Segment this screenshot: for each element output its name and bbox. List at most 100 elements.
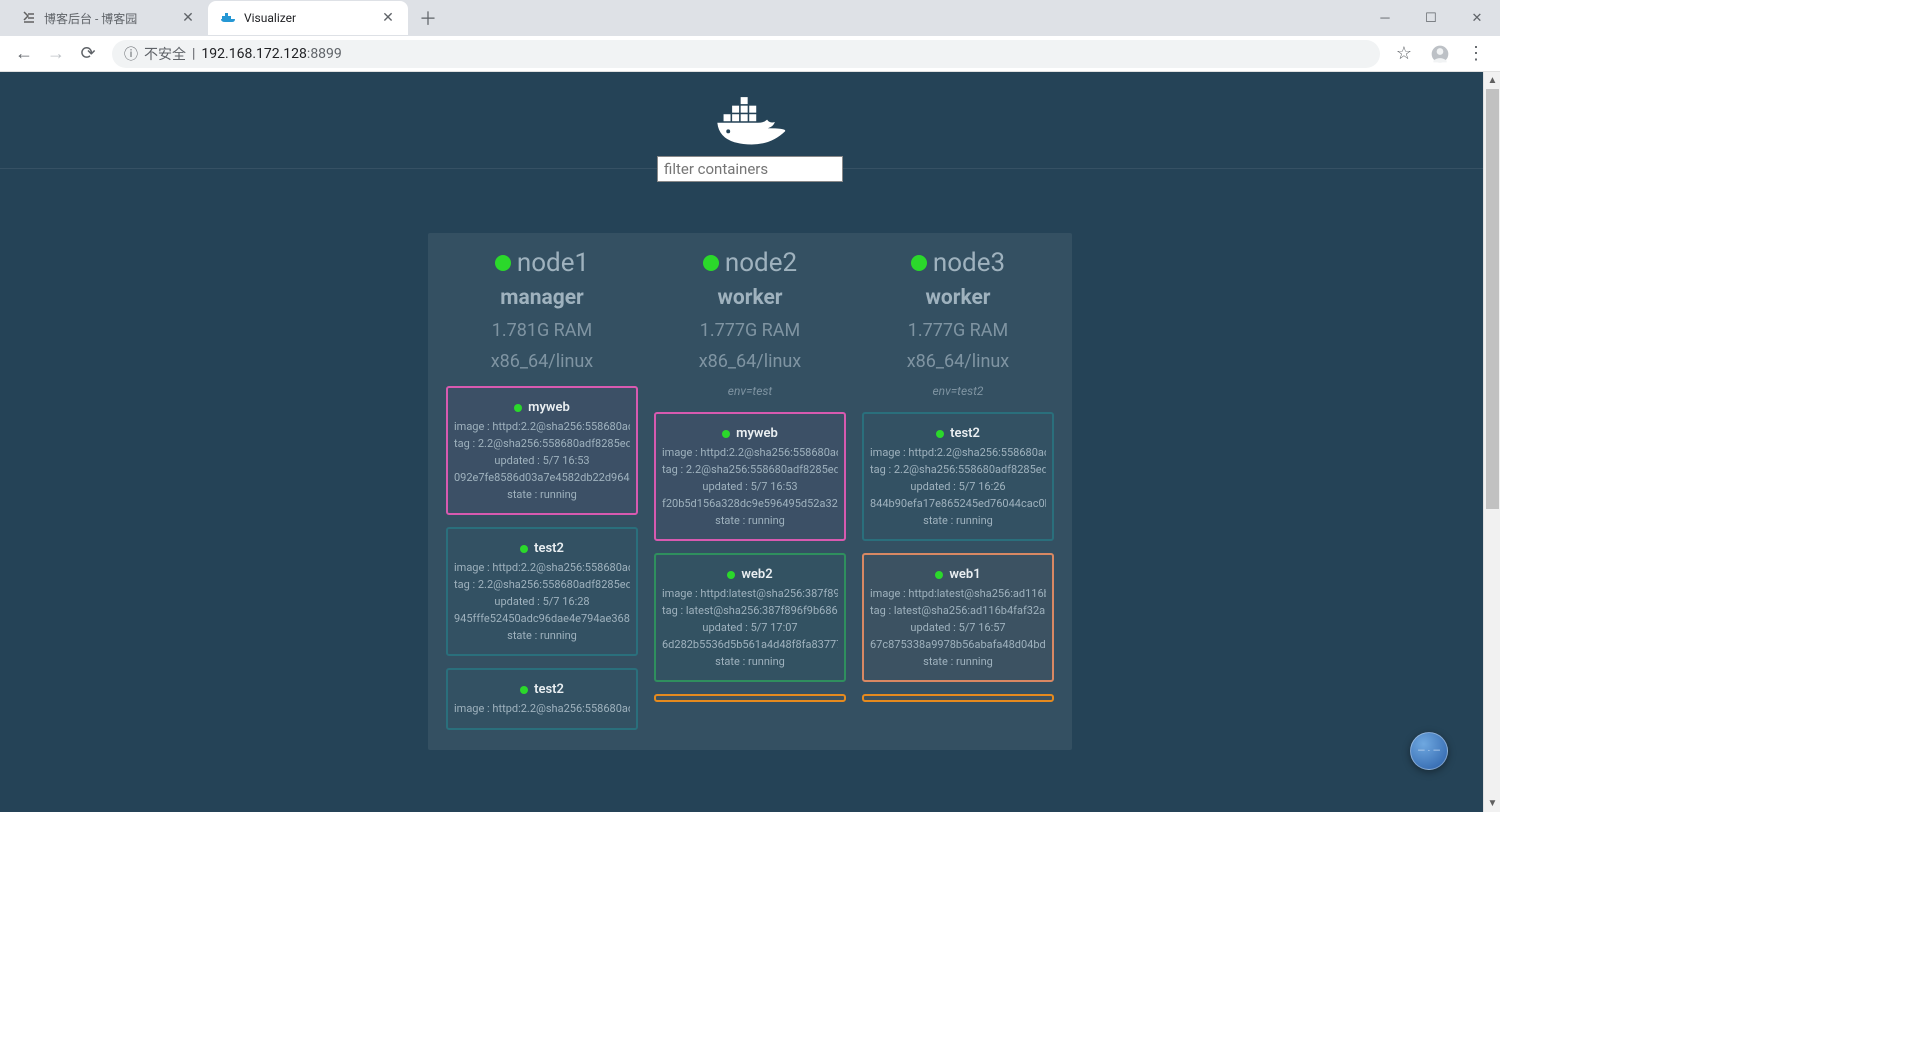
node-column-node3: node3worker1.777G RAMx86_64/linuxenv=tes… <box>854 249 1062 730</box>
container-title: test2 <box>520 680 564 700</box>
tab-strip: 博客后台 - 博客园 ✕ Visualizer ✕ ＋ ─ ☐ ✕ <box>0 0 1500 36</box>
tab-1[interactable]: Visualizer ✕ <box>208 1 408 35</box>
container-card[interactable]: web1image : httpd:latest@sha256:ad116b4f… <box>862 553 1054 682</box>
container-name: web1 <box>949 565 980 585</box>
container-card[interactable]: test2image : httpd:2.2@sha256:558680adf8… <box>446 527 638 656</box>
status-dot-icon <box>703 255 719 271</box>
container-image: image : httpd:latest@sha256:ad116b4faf <box>870 585 1046 602</box>
container-image: image : httpd:2.2@sha256:558680adf8285ed <box>454 700 630 717</box>
container-tag: tag : latest@sha256:387f896f9b6867 <box>662 602 838 619</box>
status-dot-icon <box>520 686 528 694</box>
container-state: state : running <box>454 627 630 644</box>
container-updated: updated : 5/7 16:53 <box>662 478 838 495</box>
container-id: 6d282b5536d5b561a4d48f8fa83777 <box>662 636 838 653</box>
container-state: state : running <box>454 486 630 503</box>
status-dot-icon <box>495 255 511 271</box>
security-label: 不安全 <box>144 44 186 64</box>
node-env: env=test2 <box>854 384 1062 398</box>
scroll-up-icon[interactable]: ▲ <box>1484 72 1500 89</box>
container-state: state : running <box>662 653 838 670</box>
node-arch: x86_64/linux <box>646 351 854 372</box>
container-card[interactable]: test2image : httpd:2.2@sha256:558680adf8… <box>862 412 1054 541</box>
url-port: :8899 <box>307 46 342 62</box>
tab-0-close-icon[interactable]: ✕ <box>180 10 196 26</box>
container-card[interactable] <box>862 694 1054 702</box>
container-image: image : httpd:2.2@sha256:558680adf8285ed <box>870 444 1046 461</box>
window-controls: ─ ☐ ✕ <box>1362 2 1500 34</box>
new-tab-button[interactable]: ＋ <box>414 4 442 32</box>
container-image: image : httpd:2.2@sha256:558680adf8285ed <box>454 559 630 576</box>
container-state: state : running <box>870 512 1046 529</box>
status-dot-icon <box>727 571 735 579</box>
node-role: worker <box>646 286 854 310</box>
page-scrollbar[interactable]: ▲ ▼ <box>1483 72 1500 812</box>
node-ram: 1.777G RAM <box>646 320 854 341</box>
back-button[interactable]: ← <box>8 38 40 70</box>
container-updated: updated : 5/7 16:28 <box>454 593 630 610</box>
node-column-node2: node2worker1.777G RAMx86_64/linuxenv=tes… <box>646 249 854 730</box>
favicon-visualizer <box>220 10 236 26</box>
node-arch: x86_64/linux <box>854 351 1062 372</box>
scrollbar-thumb[interactable] <box>1486 89 1499 509</box>
url-host: 192.168.172.128 <box>201 46 307 62</box>
container-title: myweb <box>722 424 778 444</box>
status-dot-icon <box>722 430 730 438</box>
node-name: node2 <box>703 249 797 278</box>
container-tag: tag : latest@sha256:ad116b4faf32a5 <box>870 602 1046 619</box>
container-id: f20b5d156a328dc9e596495d52a32f <box>662 495 838 512</box>
node-arch: x86_64/linux <box>438 351 646 372</box>
container-updated: updated : 5/7 16:53 <box>454 452 630 469</box>
menu-button[interactable]: ⋮ <box>1460 38 1492 70</box>
container-id: 945fffe52450adc96dae4e794ae3683 <box>454 610 630 627</box>
node-column-node1: node1manager1.781G RAMx86_64/linuxmywebi… <box>438 249 646 730</box>
status-dot-icon <box>935 571 943 579</box>
container-image: image : httpd:2.2@sha256:558680adf8285ed <box>454 418 630 435</box>
security-indicator[interactable]: ⓘ 不安全 | <box>124 44 195 64</box>
tab-0[interactable]: 博客后台 - 博客园 ✕ <box>8 1 208 35</box>
container-card[interactable] <box>654 694 846 702</box>
status-dot-icon <box>911 255 927 271</box>
window-maximize-button[interactable]: ☐ <box>1408 2 1454 34</box>
container-card[interactable]: test2image : httpd:2.2@sha256:558680adf8… <box>446 668 638 729</box>
container-updated: updated : 5/7 16:57 <box>870 619 1046 636</box>
container-title: web2 <box>727 565 772 585</box>
container-name: web2 <box>741 565 772 585</box>
container-card[interactable]: mywebimage : httpd:2.2@sha256:558680adf8… <box>446 386 638 515</box>
node-name-text: node3 <box>933 249 1005 278</box>
container-image: image : httpd:2.2@sha256:558680adf8285ed <box>662 444 838 461</box>
status-dot-icon <box>514 404 522 412</box>
container-tag: tag : 2.2@sha256:558680adf8285ed <box>870 461 1046 478</box>
node-role: manager <box>438 286 646 310</box>
profile-button[interactable] <box>1424 38 1456 70</box>
container-title: web1 <box>935 565 980 585</box>
container-id: 67c875338a9978b56abafa48d04bd1 <box>870 636 1046 653</box>
floating-action-button[interactable]: — · — <box>1410 732 1448 770</box>
info-icon: ⓘ <box>124 44 138 64</box>
window-minimize-button[interactable]: ─ <box>1362 2 1408 34</box>
container-tag: tag : 2.2@sha256:558680adf8285ed <box>454 435 630 452</box>
bookmark-button[interactable]: ☆ <box>1388 38 1420 70</box>
tab-0-title: 博客后台 - 博客园 <box>44 10 180 27</box>
node-role: worker <box>854 286 1062 310</box>
docker-logo <box>0 72 1500 164</box>
tab-1-title: Visualizer <box>244 11 380 25</box>
container-card[interactable]: web2image : httpd:latest@sha256:387f896f… <box>654 553 846 682</box>
forward-button[interactable]: → <box>40 38 72 70</box>
toolbar: ← → ⟳ ⓘ 不安全 | 192.168.172.128:8899 ☆ ⋮ <box>0 36 1500 72</box>
container-title: test2 <box>520 539 564 559</box>
container-id: 092e7fe8586d03a7e4582db22d9646 <box>454 469 630 486</box>
container-id: 844b90efa17e865245ed76044cac0b <box>870 495 1046 512</box>
container-card[interactable]: mywebimage : httpd:2.2@sha256:558680adf8… <box>654 412 846 541</box>
address-bar[interactable]: ⓘ 不安全 | 192.168.172.128:8899 <box>112 40 1380 68</box>
filter-input[interactable] <box>657 156 843 182</box>
status-dot-icon <box>936 430 944 438</box>
container-name: myweb <box>736 424 778 444</box>
tab-1-close-icon[interactable]: ✕ <box>380 10 396 26</box>
scroll-down-icon[interactable]: ▼ <box>1484 795 1500 812</box>
node-name-text: node1 <box>517 249 589 278</box>
container-name: test2 <box>534 539 564 559</box>
status-dot-icon <box>520 545 528 553</box>
window-close-button[interactable]: ✕ <box>1454 2 1500 34</box>
container-title: test2 <box>936 424 980 444</box>
reload-button[interactable]: ⟳ <box>72 38 104 70</box>
